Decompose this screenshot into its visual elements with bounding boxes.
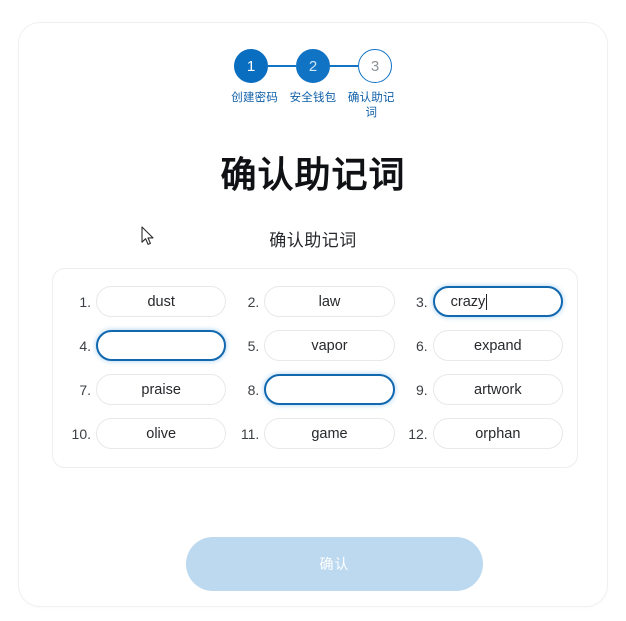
mnemonic-cell: 5. vapor (235, 330, 395, 361)
mnemonic-word-text: expand (474, 337, 522, 354)
mnemonic-word-input[interactable]: orphan (432, 418, 563, 449)
mnemonic-cell: 10. olive (67, 418, 227, 449)
mnemonic-index: 8. (247, 381, 260, 398)
step-circle-3[interactable]: 3 (358, 49, 392, 83)
mnemonic-word-text: game (311, 425, 348, 442)
mnemonic-cell: 12. orphan (404, 418, 563, 449)
mnemonic-cell: 11. game (235, 418, 395, 449)
mnemonic-word-text: praise (141, 381, 181, 398)
mnemonic-word-text: artwork (474, 381, 522, 398)
page-title: 确认助记词 (220, 154, 406, 195)
mnemonic-cell: 2. law (235, 286, 395, 317)
mnemonic-cell: 9. artwork (404, 374, 563, 405)
mnemonic-word-text: crazy (450, 293, 486, 310)
mnemonic-cell: 3. crazy (404, 286, 563, 317)
progress-stepper: 1 2 3 创建密码 安全钱包 确认助记词 (19, 49, 607, 121)
mnemonic-word-text: vapor (311, 337, 348, 354)
mnemonic-word-text: law (318, 293, 341, 310)
step-number-1: 1 (246, 57, 256, 75)
mnemonic-word-input[interactable] (96, 330, 227, 361)
mnemonic-index: 3. (415, 293, 428, 310)
step-connector-2 (330, 65, 358, 67)
step-labels: 创建密码 安全钱包 确认助记词 (226, 91, 401, 121)
mnemonic-index: 2. (247, 293, 260, 310)
wallet-mnemonic-confirm-page: 1 2 3 创建密码 安全钱包 确认助记词 确认助记词 确认助记词 1. dus… (0, 0, 626, 621)
mnemonic-index: 12. (408, 425, 428, 442)
mnemonic-index: 4. (79, 337, 91, 354)
step-circle-2[interactable]: 2 (296, 49, 330, 83)
mnemonic-index: 11. (240, 425, 260, 442)
step-connector-1 (268, 65, 296, 67)
mnemonic-index: 5. (247, 337, 260, 354)
step-number-3: 3 (370, 57, 380, 75)
text-caret (486, 293, 488, 310)
mnemonic-grid: 1. dust 2. law 3. crazy 4. 5. vapor 6. expand 7. pra… (67, 286, 563, 449)
mnemonic-word-input[interactable]: dust (96, 286, 227, 317)
mnemonic-word-input[interactable]: game (264, 418, 395, 449)
mnemonic-word-input[interactable]: crazy (432, 286, 563, 317)
mnemonic-word-input[interactable]: olive (96, 418, 227, 449)
main-card: 1 2 3 创建密码 安全钱包 确认助记词 确认助记词 确认助记词 1. dus… (18, 22, 608, 607)
mnemonic-cell: 4. (67, 330, 227, 361)
mnemonic-word-input[interactable]: artwork (432, 374, 563, 405)
step-label-3: 确认助记词 (347, 92, 395, 120)
mnemonic-grid-container: 1. dust 2. law 3. crazy 4. 5. vapor 6. expand 7. pra… (52, 268, 578, 468)
step-label-2: 安全钱包 (289, 92, 337, 104)
mnemonic-word-text: orphan (475, 425, 521, 442)
mnemonic-word-text: dust (147, 293, 175, 310)
confirm-button[interactable]: 确认 (186, 537, 483, 591)
mnemonic-cell: 8. (235, 374, 395, 405)
mnemonic-word-input[interactable]: law (264, 286, 395, 317)
mnemonic-index: 1. (79, 293, 91, 310)
page-subtitle: 确认助记词 (269, 231, 357, 250)
mnemonic-index: 9. (415, 381, 428, 398)
mnemonic-index: 7. (79, 381, 91, 398)
mnemonic-word-input[interactable]: vapor (264, 330, 395, 361)
mnemonic-index: 10. (71, 425, 91, 442)
mnemonic-cell: 6. expand (404, 330, 563, 361)
step-label-1: 创建密码 (231, 92, 279, 104)
mnemonic-index: 6. (415, 337, 428, 354)
mnemonic-cell: 1. dust (67, 286, 227, 317)
step-number-2: 2 (308, 57, 318, 75)
mnemonic-word-input[interactable] (264, 374, 395, 405)
step-circle-1[interactable]: 1 (234, 49, 268, 83)
step-circles: 1 2 3 (234, 49, 392, 83)
mnemonic-word-text: olive (146, 425, 177, 442)
mnemonic-word-input[interactable]: expand (432, 330, 563, 361)
mnemonic-word-input[interactable]: praise (96, 374, 227, 405)
mnemonic-cell: 7. praise (67, 374, 227, 405)
